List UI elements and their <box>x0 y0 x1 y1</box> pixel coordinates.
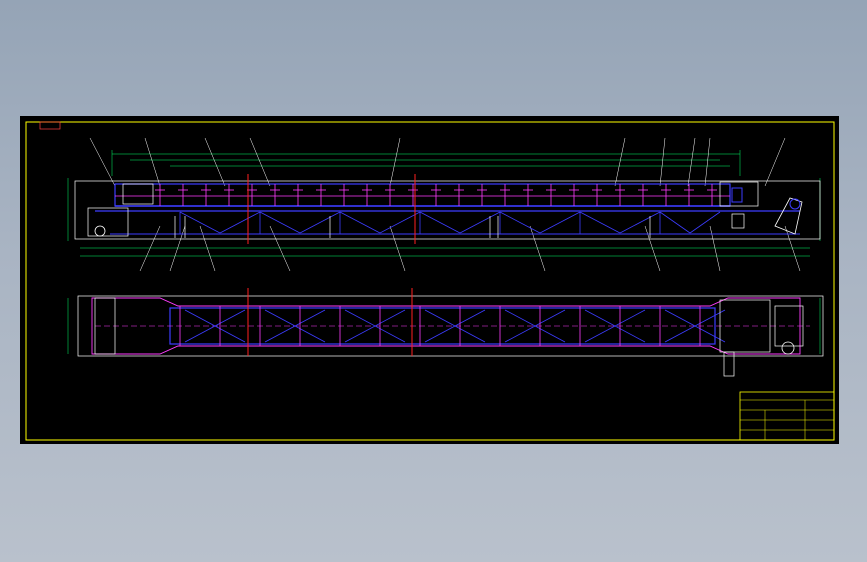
truss-diagonal <box>499 211 541 234</box>
drawing-border <box>25 121 835 441</box>
side-elevation-view <box>67 137 821 272</box>
reducer-plan <box>723 351 735 377</box>
truss-diagonal <box>179 211 221 234</box>
truss-diagonal <box>419 211 461 234</box>
truss-diagonal <box>219 211 261 234</box>
truss-diagonal <box>539 211 581 234</box>
feed-hopper <box>122 183 154 205</box>
truss-diagonal <box>339 211 381 234</box>
corner-tag-box <box>39 121 61 130</box>
head-chute <box>774 197 803 235</box>
tail-pulley <box>94 225 106 237</box>
truss-diagonal <box>379 211 421 234</box>
upper-frame <box>114 183 731 207</box>
truss-diagonal <box>259 211 301 234</box>
motor-plan <box>781 341 795 355</box>
idler-posts <box>155 184 717 206</box>
truss-diagonal <box>659 211 691 234</box>
plan-view <box>67 288 824 377</box>
truss-frame <box>179 211 721 234</box>
leader-lines <box>89 137 801 272</box>
truss-diagonal <box>579 211 621 234</box>
truss-diagonal <box>689 211 721 234</box>
truss-diagonal <box>619 211 661 234</box>
truss-diagonal <box>299 211 341 234</box>
head-pulley <box>789 198 801 210</box>
title-block <box>739 391 835 441</box>
cad-drawing <box>25 121 835 441</box>
cad-drawing-viewport[interactable] <box>20 116 839 444</box>
truss-diagonal <box>459 211 501 234</box>
tail-station <box>87 207 129 237</box>
